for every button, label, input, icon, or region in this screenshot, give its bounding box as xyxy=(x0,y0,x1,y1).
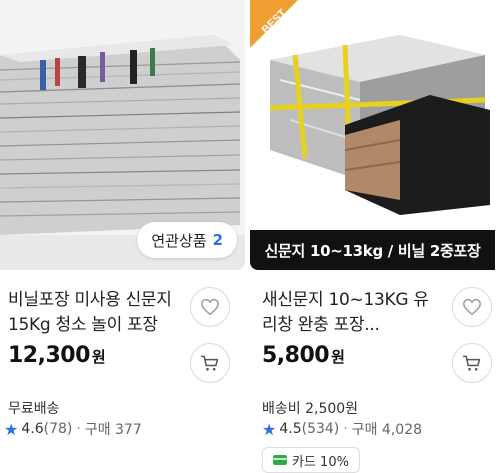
purchase-count: 구매 377 xyxy=(84,422,142,438)
cart-icon xyxy=(462,355,481,371)
wishlist-button[interactable] xyxy=(190,287,230,327)
related-products-chip[interactable]: 연관상품 2 xyxy=(137,222,237,258)
add-to-cart-button[interactable] xyxy=(190,343,230,383)
price-currency: 원 xyxy=(91,348,106,366)
product-card[interactable]: BEST 신문지 10~13kg / 비닐 2중포장 새신문지 10~13KG … xyxy=(250,0,495,473)
review-count: (78) xyxy=(43,421,73,437)
heart-icon xyxy=(463,298,481,316)
product-title[interactable]: 비닐포장 미사용 신문지 15Kg 청소 놀이 포장 xyxy=(8,288,193,338)
product-image[interactable]: BEST 신문지 10~13kg / 비닐 2중포장 xyxy=(250,0,495,270)
product-price: 12,300 원 xyxy=(8,343,106,368)
separator: · xyxy=(343,421,348,437)
star-icon: ★ xyxy=(4,419,19,439)
product-card[interactable]: 연관상품 2 비닐포장 미사용 신문지 15Kg 청소 놀이 포장 12,300… xyxy=(0,0,245,473)
related-count: 2 xyxy=(212,231,223,249)
review-count: (534) xyxy=(301,421,340,437)
credit-card-icon xyxy=(273,455,287,465)
rating-score: 4.6 xyxy=(21,421,44,437)
add-to-cart-button[interactable] xyxy=(452,343,492,383)
product-title[interactable]: 새신문지 10~13KG 유리창 완충 포장... xyxy=(262,288,442,338)
product-image[interactable]: 연관상품 2 xyxy=(0,0,245,270)
rating-score: 4.5 xyxy=(279,421,302,437)
rating-row: ★ 4.6 (78) · 구매 377 xyxy=(4,419,142,439)
separator: · xyxy=(76,421,81,437)
rating-row: ★ 4.5 (534) · 구매 4,028 xyxy=(262,419,422,439)
product-price: 5,800 원 xyxy=(262,343,345,368)
cart-icon xyxy=(200,355,219,371)
heart-icon xyxy=(201,298,219,316)
price-currency: 원 xyxy=(331,348,345,366)
purchase-count: 구매 4,028 xyxy=(351,422,423,438)
related-label: 연관상품 xyxy=(151,231,207,250)
card-benefit-badge: 카드 10% xyxy=(262,447,360,473)
image-caption: 신문지 10~13kg / 비닐 2중포장 xyxy=(250,230,495,270)
price-value: 5,800 xyxy=(262,343,330,368)
shipping-info: 배송비 2,500원 xyxy=(262,401,359,417)
price-value: 12,300 xyxy=(8,343,90,368)
card-benefit-label: 카드 10% xyxy=(292,454,349,470)
wishlist-button[interactable] xyxy=(452,287,492,327)
shipping-info: 무료배송 xyxy=(8,401,60,417)
star-icon: ★ xyxy=(262,419,277,439)
